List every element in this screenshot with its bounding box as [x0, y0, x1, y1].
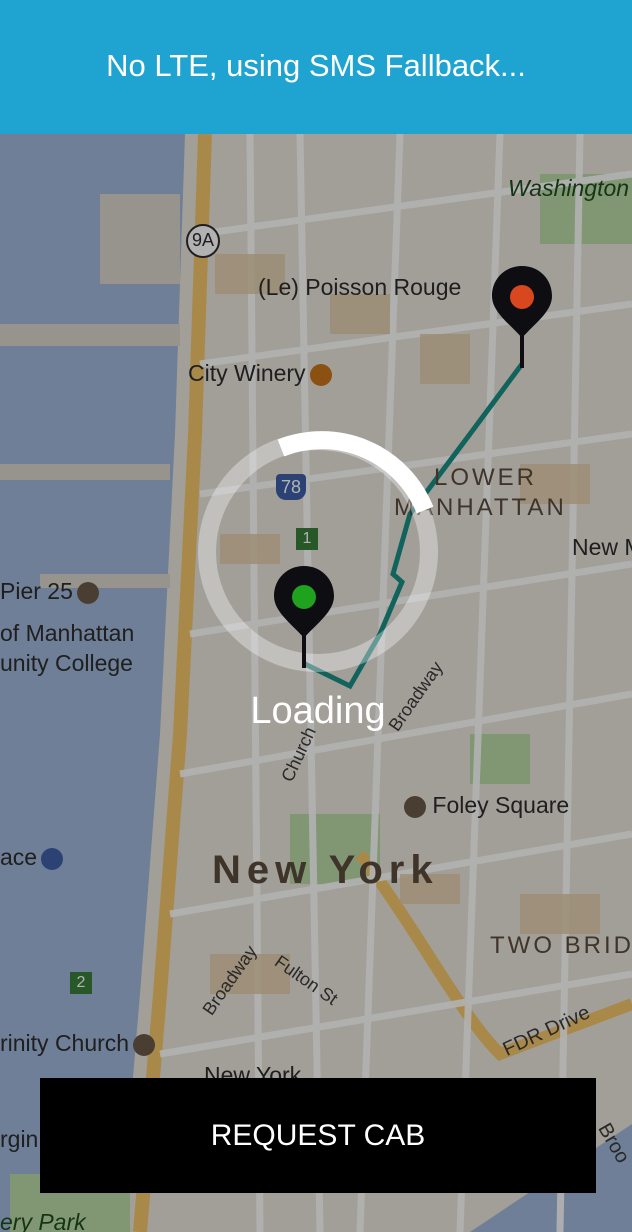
label-poisson-rouge: (Le) Poisson Rouge	[258, 274, 462, 300]
label-bmcc-2: unity College	[0, 650, 133, 676]
wine-icon	[309, 363, 332, 386]
label-battery-park: ery Park	[0, 1209, 86, 1232]
pier-icon	[76, 581, 99, 604]
label-trinity-church: rinity Church	[0, 1030, 156, 1057]
banner-message: No LTE, using SMS Fallback...	[106, 48, 526, 83]
destination-pin-icon[interactable]	[490, 264, 554, 374]
shopping-icon	[41, 847, 64, 870]
label-new-m: New M	[572, 534, 632, 560]
label-city-winery: City Winery	[188, 360, 332, 387]
label-ace: ace	[0, 844, 64, 871]
label-two-bridges: TWO BRID	[490, 932, 632, 959]
label-bmcc-1: of Manhattan	[0, 620, 135, 646]
label-foley-square: Foley Square	[400, 792, 569, 819]
label-washington-square-park: Washington Square Park	[508, 175, 632, 201]
label-pier-25: Pier 25	[0, 578, 99, 605]
route-9a-shield: 9A	[186, 224, 220, 258]
courthouse-icon	[404, 795, 426, 818]
label-virgin: rgin	[0, 1126, 39, 1152]
church-icon	[133, 1033, 156, 1056]
label-lower: LOWER	[434, 464, 538, 491]
status-banner: No LTE, using SMS Fallback...	[0, 0, 632, 134]
route-2-badge: 2	[70, 972, 92, 994]
label-new-york: New York	[212, 848, 439, 892]
request-cab-button[interactable]: REQUEST CAB	[40, 1078, 596, 1193]
loading-label: Loading	[250, 690, 386, 732]
origin-pin-icon[interactable]	[272, 564, 336, 674]
